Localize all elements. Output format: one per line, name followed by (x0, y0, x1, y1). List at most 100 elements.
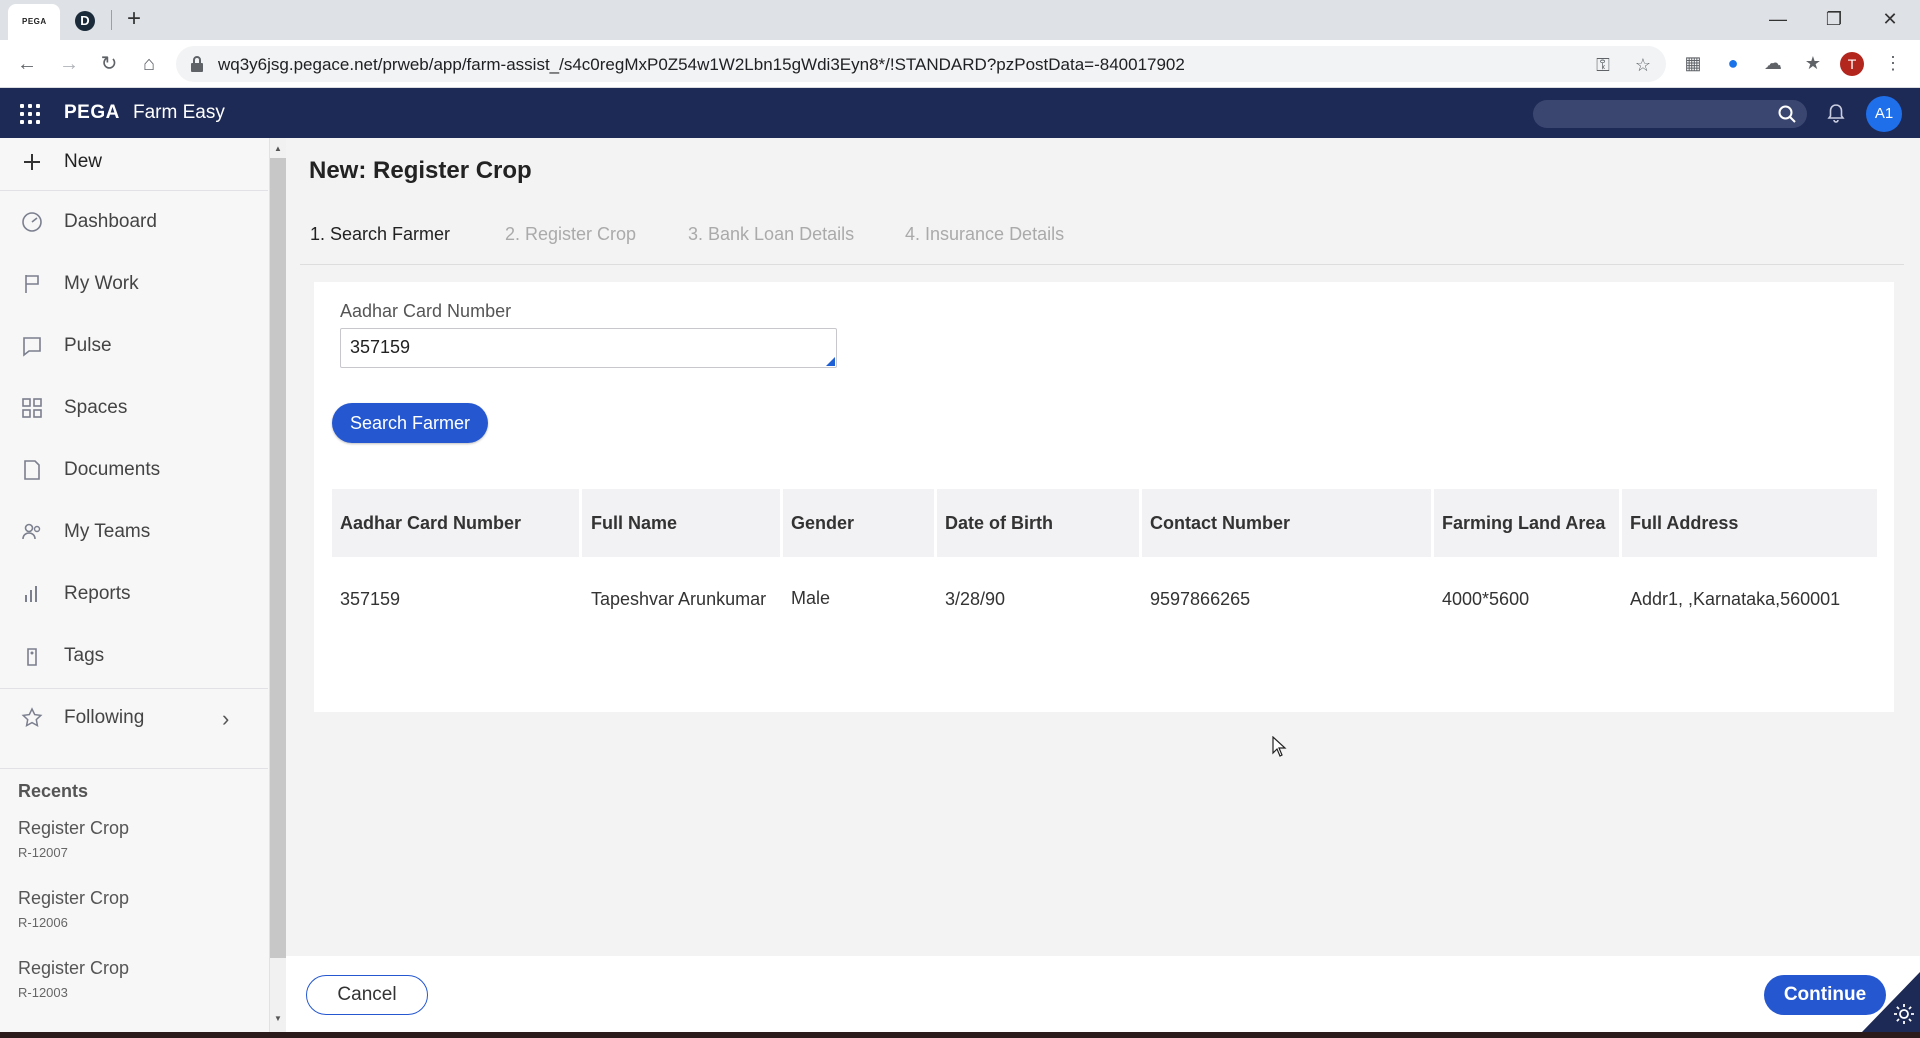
sidebar-item-following[interactable]: Following › (0, 694, 268, 742)
column-header[interactable]: Aadhar Card Number (332, 489, 582, 557)
grid-icon (22, 398, 42, 418)
sidebar-scrollbar-thumb[interactable] (270, 158, 286, 958)
puzzle-icon[interactable]: ★ (1800, 50, 1826, 76)
column-header[interactable]: Contact Number (1142, 489, 1434, 557)
chevron-right-icon[interactable]: › (222, 706, 229, 732)
profile-avatar[interactable]: T (1840, 52, 1864, 76)
sidebar-item-label: My Teams (64, 521, 151, 542)
d-favicon: D (75, 11, 95, 31)
extension-icon-3[interactable]: ☁ (1760, 50, 1786, 76)
taskbar (0, 1032, 1920, 1038)
table-cell: 9597866265 (1150, 589, 1251, 609)
reload-icon[interactable]: ↻ (95, 50, 123, 78)
bar-chart-icon (25, 586, 37, 602)
plus-icon (24, 154, 40, 170)
table-cell: Tapeshvar Arunkumar (591, 589, 767, 609)
recent-item[interactable]: Register Crop R-12006 (18, 888, 129, 930)
sidebar-item-new[interactable]: New (0, 138, 268, 186)
sidebar-item-label: Dashboard (64, 211, 157, 232)
browser-tab-d[interactable]: D (70, 8, 100, 38)
browser-tab-pega[interactable]: PEGA (8, 4, 60, 40)
sidebar-item-my-work[interactable]: My Work (0, 260, 268, 308)
sidebar-item-label: Documents (64, 459, 161, 480)
url-text: wq3y6jsg.pegace.net/prweb/app/farm-assis… (218, 55, 1185, 74)
new-tab-button[interactable]: + (120, 6, 148, 34)
column-header[interactable]: Full Address (1622, 489, 1877, 557)
sidebar-item-tags[interactable]: Tags (0, 632, 268, 680)
page-title: New: Register Crop (309, 157, 532, 184)
flag-icon (25, 275, 39, 293)
table-cell: Male (791, 588, 831, 608)
gear-icon[interactable] (1892, 1002, 1916, 1026)
recent-item[interactable]: Register Crop R-12003 (18, 958, 129, 1000)
maximize-button[interactable]: ❐ (1806, 4, 1862, 34)
sidebar-item-spaces[interactable]: Spaces (0, 384, 268, 432)
browser-toolbar: ← → ↻ ⌂ wq3y6jsg.pegace.net/prweb/app/fa… (0, 40, 1920, 88)
home-icon[interactable]: ⌂ (135, 50, 163, 78)
search-farmer-card: Aadhar Card Number 357159 Search Farmer … (314, 282, 1894, 712)
browser-menu-icon[interactable]: ⋮ (1880, 50, 1906, 76)
mouse-cursor-icon (1272, 736, 1287, 757)
sidebar-item-label: Pulse (64, 335, 112, 356)
recent-item[interactable]: Register Crop R-12007 (18, 818, 129, 860)
column-header[interactable]: Gender (783, 489, 937, 557)
step-insurance-details[interactable]: 4. Insurance Details (905, 224, 1064, 245)
scroll-up-arrow-icon[interactable]: ▲ (274, 144, 282, 153)
back-icon[interactable]: ← (13, 50, 41, 78)
step-bank-loan-details[interactable]: 3. Bank Loan Details (688, 224, 854, 245)
scroll-down-arrow-icon[interactable]: ▼ (274, 1014, 282, 1023)
recents-heading: Recents (18, 781, 89, 801)
document-icon (24, 460, 40, 480)
sidebar-item-dashboard[interactable]: Dashboard (0, 198, 268, 246)
forward-icon[interactable]: → (55, 50, 83, 78)
recent-item-title: Register Crop (18, 888, 130, 908)
recent-item-id: R-12006 (18, 915, 68, 930)
recent-item-id: R-12007 (18, 845, 68, 860)
resize-handle-icon[interactable] (826, 357, 835, 366)
table-cell: Addr1, ,Karnataka,560001 (1630, 589, 1841, 609)
dashboard-icon (22, 212, 42, 232)
cancel-button[interactable]: Cancel (306, 975, 428, 1015)
sidebar-item-pulse[interactable]: Pulse (0, 322, 268, 370)
sidebar-item-label: New (64, 151, 103, 172)
user-avatar[interactable]: A1 (1866, 96, 1902, 132)
sidebar-item-label: Following (64, 707, 145, 728)
divider (0, 688, 268, 689)
aadhar-field-label: Aadhar Card Number (340, 301, 512, 321)
key-icon[interactable]: ⚿ (1592, 54, 1614, 76)
chat-icon (23, 337, 41, 357)
step-search-farmer[interactable]: 1. Search Farmer (310, 224, 450, 245)
table-header: Aadhar Card Number Full Name Gender Date… (332, 489, 1877, 557)
column-header[interactable]: Date of Birth (937, 489, 1142, 557)
divider (0, 768, 268, 769)
sidebar-item-label: Reports (64, 583, 131, 604)
bell-icon[interactable] (1825, 102, 1847, 124)
header-search-input[interactable] (1533, 100, 1807, 128)
aadhar-card-number-input[interactable]: 357159 (340, 328, 837, 368)
extension-icon-1[interactable]: ▦ (1680, 50, 1706, 76)
step-register-crop[interactable]: 2. Register Crop (505, 224, 636, 245)
sidebar-item-my-teams[interactable]: My Teams (0, 508, 268, 556)
extension-icon-2[interactable]: ● (1720, 50, 1746, 76)
close-window-button[interactable]: ✕ (1862, 4, 1918, 34)
search-icon[interactable] (1777, 104, 1797, 124)
recent-item-title: Register Crop (18, 818, 130, 838)
tab-separator (111, 10, 112, 30)
sidebar-item-documents[interactable]: Documents (0, 446, 268, 494)
star-icon (21, 707, 43, 728)
column-header[interactable]: Full Name (583, 489, 783, 557)
address-bar[interactable]: wq3y6jsg.pegace.net/prweb/app/farm-assis… (176, 46, 1666, 82)
divider (0, 190, 268, 191)
minimize-button[interactable]: — (1750, 4, 1806, 34)
app-header: PEGA Farm Easy A1 (0, 88, 1920, 138)
app-launcher-icon[interactable] (20, 104, 40, 124)
bookmark-star-icon[interactable]: ☆ (1632, 54, 1654, 76)
app-name[interactable]: Farm Easy (133, 102, 225, 124)
search-farmer-button[interactable]: Search Farmer (332, 403, 488, 443)
recent-item-id: R-12003 (18, 985, 68, 1000)
stepper: 1. Search Farmer 2. Register Crop 3. Ban… (300, 200, 1904, 265)
brand-logo[interactable]: PEGA (64, 102, 120, 124)
table-cell: 4000*5600 (1442, 589, 1530, 609)
sidebar-item-reports[interactable]: Reports (0, 570, 268, 618)
column-header[interactable]: Farming Land Area (1434, 489, 1622, 557)
